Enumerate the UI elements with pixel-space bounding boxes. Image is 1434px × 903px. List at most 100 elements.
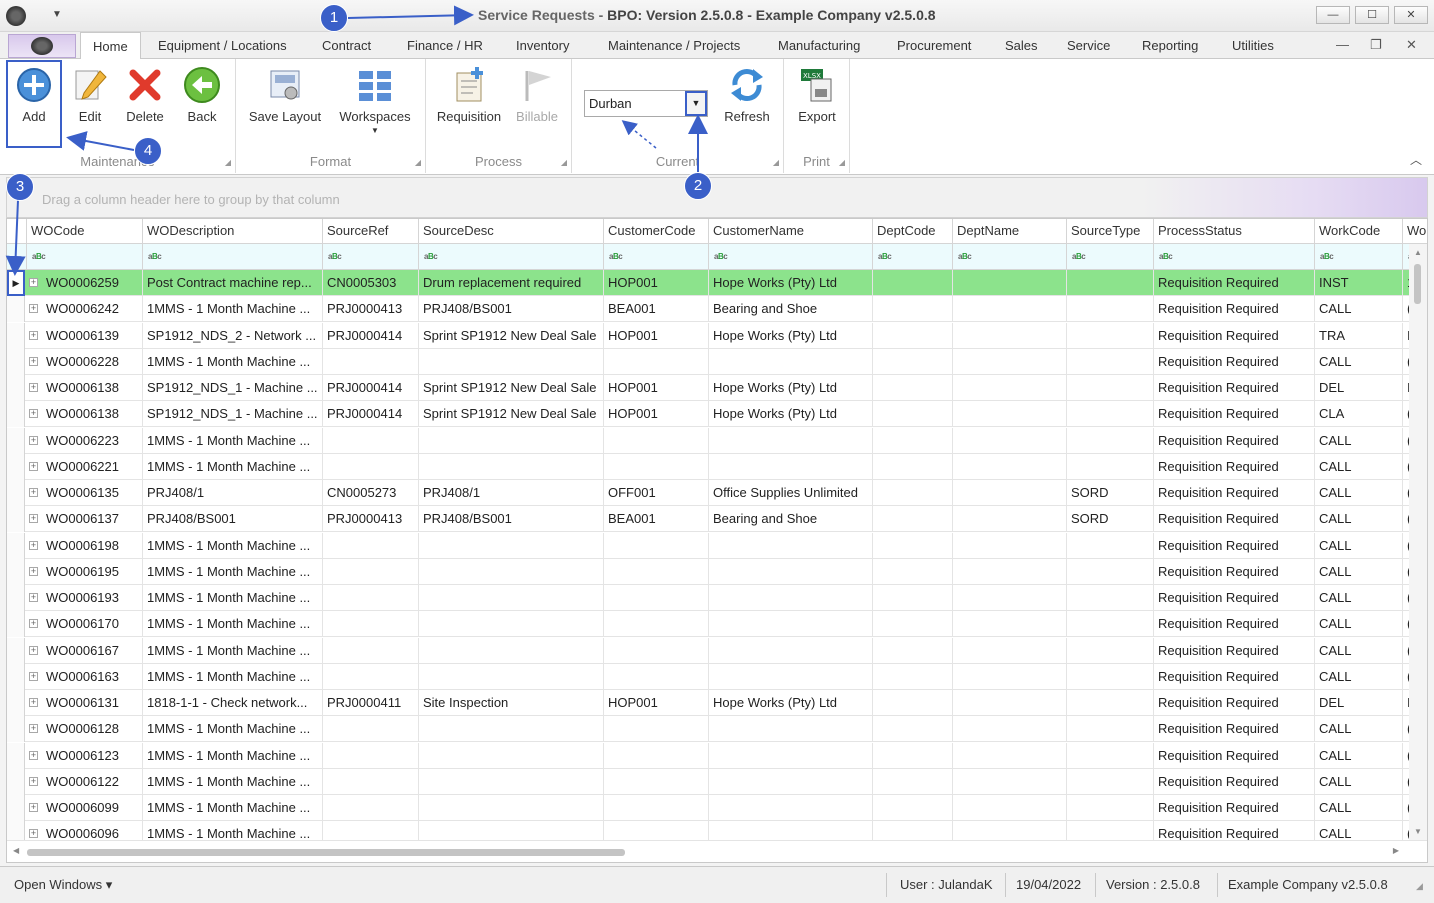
tab-utilities[interactable]: Utilities: [1232, 38, 1274, 53]
table-row[interactable]: + WO0006223 1MMS - 1 Month Machine ... Requ…: [7, 427, 1427, 454]
cell-workcode[interactable]: CALL: [1314, 611, 1402, 638]
tab-service[interactable]: Service: [1067, 38, 1110, 53]
table-row[interactable]: + WO0006128 1MMS - 1 Month Machine ... Requ…: [7, 716, 1427, 743]
cell-sourcedesc[interactable]: Drum replacement required: [418, 270, 603, 296]
cell-sourcetype[interactable]: [1066, 322, 1153, 349]
cell-sourcedesc[interactable]: Sprint SP1912 New Deal Sale: [418, 401, 603, 428]
cell-workcode[interactable]: INST: [1314, 270, 1402, 296]
cell-sourceref[interactable]: PRJ0000414: [322, 322, 418, 349]
cell-processstatus[interactable]: Requisition Required: [1153, 453, 1314, 480]
cell-processstatus[interactable]: Requisition Required: [1153, 296, 1314, 323]
cell-wocode[interactable]: WO0006170: [42, 611, 142, 637]
cell-customername[interactable]: Hope Works (Pty) Ltd: [708, 270, 872, 296]
cell-deptname[interactable]: [952, 322, 1066, 349]
cell-sourcetype[interactable]: [1066, 585, 1153, 611]
cell-sourceref[interactable]: PRJ0000413: [322, 506, 418, 533]
row-expand-icon[interactable]: +: [29, 619, 38, 629]
horizontal-scroll-thumb[interactable]: [27, 849, 625, 856]
filter-cell-wocode[interactable]: aBc: [26, 244, 142, 270]
cell-wocode[interactable]: WO0006135: [42, 480, 142, 506]
cell-deptcode[interactable]: [872, 768, 952, 795]
cell-wodescription[interactable]: PRJ408/BS001: [142, 506, 322, 533]
cell-workcode[interactable]: CLA: [1314, 401, 1402, 428]
cell-workcode[interactable]: CALL: [1314, 480, 1402, 506]
cell-sourceref[interactable]: [322, 637, 418, 664]
row-expand-icon[interactable]: +: [29, 750, 38, 760]
cell-sourcetype[interactable]: [1066, 663, 1153, 690]
row-indicator[interactable]: [7, 296, 25, 323]
column-header-workcode[interactable]: WorkCode: [1314, 219, 1402, 244]
row-indicator[interactable]: [7, 322, 25, 349]
cell-sourceref[interactable]: [322, 768, 418, 795]
row-indicator[interactable]: [7, 558, 25, 585]
cell-wodescription[interactable]: Post Contract machine rep...: [142, 270, 322, 296]
cell-deptcode[interactable]: [872, 296, 952, 323]
cell-wodescription[interactable]: 1MMS - 1 Month Machine ...: [142, 453, 322, 480]
cell-processstatus[interactable]: Requisition Required: [1153, 401, 1314, 428]
cell-processstatus[interactable]: Requisition Required: [1153, 795, 1314, 821]
cell-processstatus[interactable]: Requisition Required: [1153, 375, 1314, 401]
cell-customername[interactable]: [708, 716, 872, 743]
row-expand-icon[interactable]: +: [29, 593, 38, 602]
cell-sourcetype[interactable]: [1066, 742, 1153, 769]
cell-sourcedesc[interactable]: [418, 532, 603, 559]
cell-deptcode[interactable]: [872, 637, 952, 664]
cell-customername[interactable]: [708, 742, 872, 769]
row-indicator[interactable]: [7, 742, 25, 769]
table-row[interactable]: + WO0006138 SP1912_NDS_1 - Machine ... PRJ0…: [7, 401, 1427, 428]
cell-deptcode[interactable]: [872, 322, 952, 349]
cell-workcode[interactable]: CALL: [1314, 742, 1402, 769]
cell-processstatus[interactable]: Requisition Required: [1153, 585, 1314, 611]
dialog-launcher-icon[interactable]: ◢: [839, 158, 845, 167]
row-indicator[interactable]: [7, 532, 25, 559]
cell-sourcedesc[interactable]: [418, 637, 603, 664]
cell-customercode[interactable]: OFF001: [603, 480, 708, 506]
row-indicator[interactable]: [7, 637, 25, 664]
row-expand-icon[interactable]: +: [29, 698, 38, 707]
cell-deptname[interactable]: [952, 480, 1066, 506]
cell-sourcedesc[interactable]: [418, 558, 603, 585]
cell-workcode[interactable]: CALL: [1314, 795, 1402, 821]
cell-customername[interactable]: [708, 348, 872, 375]
dialog-launcher-icon[interactable]: ◢: [415, 158, 421, 167]
cell-sourceref[interactable]: [322, 427, 418, 454]
cell-processstatus[interactable]: Requisition Required: [1153, 716, 1314, 743]
cell-workcode[interactable]: CALL: [1314, 585, 1402, 611]
cell-sourceref[interactable]: [322, 611, 418, 638]
row-expand-icon[interactable]: +: [29, 645, 38, 655]
cell-sourcetype[interactable]: [1066, 532, 1153, 559]
cell-deptname[interactable]: [952, 427, 1066, 454]
cell-wocode[interactable]: WO0006139: [42, 323, 142, 349]
cell-workcode[interactable]: CALL: [1314, 768, 1402, 795]
cell-sourcetype[interactable]: SORD: [1066, 480, 1153, 506]
save-layout-button[interactable]: Save Layout: [246, 63, 324, 124]
filter-cell-sourcetype[interactable]: aBc: [1066, 244, 1153, 270]
cell-sourceref[interactable]: PRJ0000414: [322, 401, 418, 428]
mdi-restore-icon[interactable]: ❐: [1370, 37, 1382, 53]
column-header-sourcedesc[interactable]: SourceDesc: [418, 219, 603, 244]
filter-contains-icon[interactable]: aBc: [1072, 252, 1086, 261]
tab-reporting[interactable]: Reporting: [1142, 38, 1198, 53]
row-expand-icon[interactable]: +: [29, 409, 38, 419]
cell-processstatus[interactable]: Requisition Required: [1153, 532, 1314, 559]
cell-deptcode[interactable]: [872, 506, 952, 533]
scroll-down-icon[interactable]: ▼: [1414, 827, 1422, 836]
column-header-sourceref[interactable]: SourceRef: [322, 219, 418, 244]
filter-contains-icon[interactable]: aBc: [609, 252, 623, 261]
cell-wodescription[interactable]: SP1912_NDS_1 - Machine ...: [142, 401, 322, 428]
cell-deptcode[interactable]: [872, 558, 952, 585]
cell-deptname[interactable]: [952, 611, 1066, 638]
cell-sourcedesc[interactable]: [418, 768, 603, 795]
cell-workcode[interactable]: CALL: [1314, 506, 1402, 533]
cell-sourcetype[interactable]: [1066, 427, 1153, 454]
cell-sourcetype[interactable]: [1066, 296, 1153, 323]
cell-deptcode[interactable]: [872, 270, 952, 296]
cell-wodescription[interactable]: SP1912_NDS_2 - Network ...: [142, 322, 322, 349]
cell-wodescription[interactable]: 1MMS - 1 Month Machine ...: [142, 742, 322, 769]
dialog-launcher-icon[interactable]: ◢: [561, 158, 567, 167]
cell-deptcode[interactable]: [872, 716, 952, 743]
open-windows-button[interactable]: Open Windows ▾: [14, 877, 112, 893]
cell-processstatus[interactable]: Requisition Required: [1153, 558, 1314, 585]
row-expand-icon[interactable]: +: [29, 278, 38, 287]
table-row[interactable]: + WO0006242 1MMS - 1 Month Machine ... PRJ0…: [7, 296, 1427, 323]
